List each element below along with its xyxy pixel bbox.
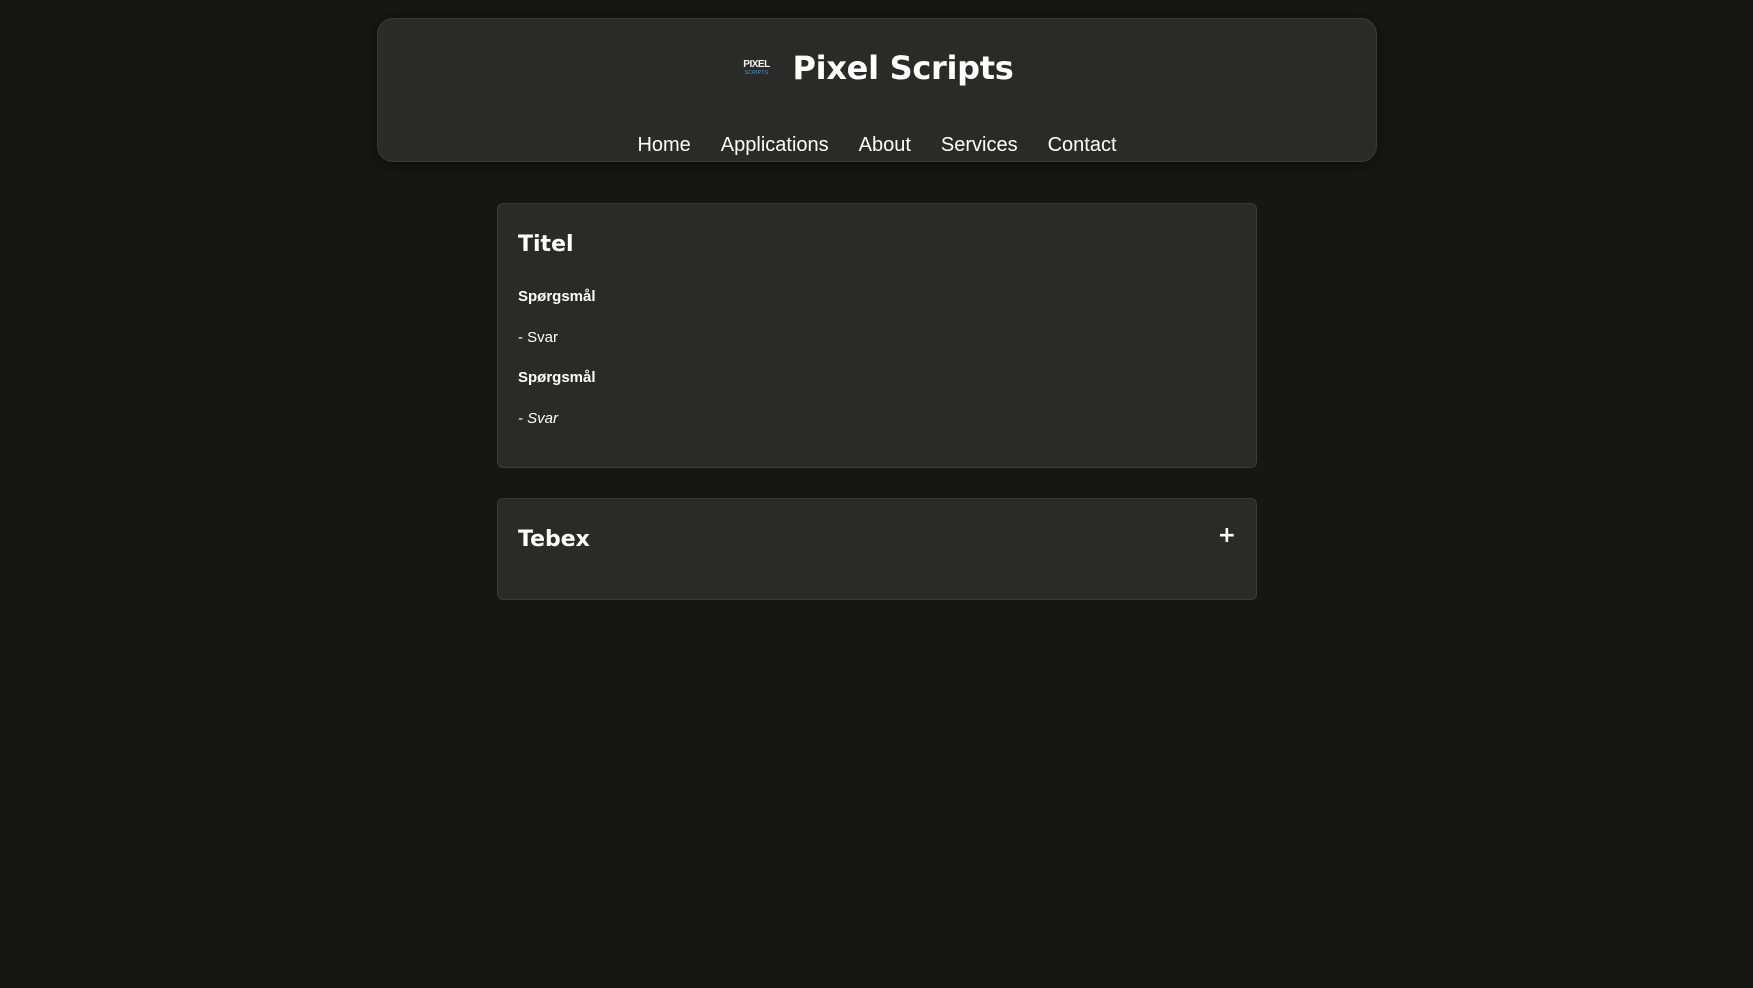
tebex-card-title: Tebex	[518, 527, 590, 552]
pixel-scripts-logo-icon: PIXEL SCRIPTS	[741, 58, 773, 78]
brand[interactable]: PIXEL SCRIPTS Pixel Scripts	[378, 49, 1376, 87]
nav-link-about[interactable]: About	[859, 134, 911, 157]
nav-link-services[interactable]: Services	[941, 134, 1018, 157]
plus-icon[interactable]: +	[1218, 525, 1236, 547]
faq-question: Spørgsmål	[518, 288, 596, 305]
faq-answer: - Svar	[518, 329, 559, 346]
site-header: PIXEL SCRIPTS Pixel Scripts Home Applica…	[377, 18, 1377, 162]
faq-card: Titel Spørgsmål - Svar Spørgsmål - Svar	[497, 203, 1257, 468]
main-nav: Home Applications About Services Contact	[378, 134, 1376, 157]
faq-card-title: Titel	[518, 232, 574, 257]
nav-link-home[interactable]: Home	[637, 134, 690, 157]
logo-text-line1: PIXEL	[743, 59, 770, 70]
nav-link-applications[interactable]: Applications	[721, 134, 829, 157]
faq-answer: - Svar	[518, 410, 559, 427]
logo-text-line2: SCRIPTS	[744, 70, 769, 76]
faq-question: Spørgsmål	[518, 369, 596, 386]
tebex-card[interactable]: Tebex +	[497, 498, 1257, 600]
nav-link-contact[interactable]: Contact	[1048, 134, 1117, 157]
site-title: Pixel Scripts	[792, 49, 1014, 87]
